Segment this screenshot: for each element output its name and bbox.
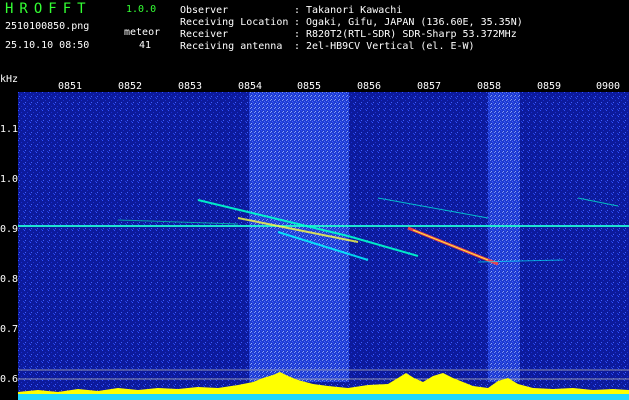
antenna-value: 2el-HB9CV Vertical (el. E-W)	[306, 41, 475, 52]
receiver-label: Receiver	[180, 29, 229, 40]
time-tick-0854: 0854	[238, 81, 263, 92]
app-title: HROFFT	[5, 1, 92, 17]
app-version: 1.0.0	[126, 4, 157, 15]
time-tick-0900: 0900	[596, 81, 621, 92]
freq-tick-1-0: 1.0	[0, 174, 19, 185]
time-tick-0851: 0851	[58, 81, 83, 92]
observer-label: Observer	[180, 5, 229, 16]
observer-value: Takanori Kawachi	[306, 5, 403, 16]
freq-tick-1-1: 1.1	[0, 124, 19, 135]
file-name: 2510100850.png	[5, 21, 90, 32]
freq-tick-0-8: 0.8	[0, 274, 19, 285]
baseline-bar	[18, 394, 629, 400]
spectrogram-panel	[18, 92, 629, 400]
spectrogram-plot	[18, 92, 629, 400]
location-colon: :	[294, 17, 301, 28]
time-tick-0855: 0855	[297, 81, 322, 92]
meteor-label: meteor	[124, 27, 161, 38]
freq-tick-0-9: 0.9	[0, 224, 19, 235]
receiver-value: R820T2(RTL-SDR) SDR-Sharp 53.372MHz	[306, 29, 517, 40]
time-tick-0857: 0857	[417, 81, 442, 92]
freq-tick-0-6: 0.6	[0, 374, 19, 385]
time-tick-0859: 0859	[537, 81, 562, 92]
freq-tick-0-7: 0.7	[0, 324, 19, 335]
time-tick-0852: 0852	[118, 81, 143, 92]
noise-band-0858	[488, 92, 520, 382]
observer-colon: :	[294, 5, 301, 16]
location-label: Receiving Location	[180, 17, 289, 28]
antenna-label: Receiving antenna	[180, 41, 283, 52]
antenna-colon: :	[294, 41, 301, 52]
receiver-colon: :	[294, 29, 301, 40]
time-tick-0858: 0858	[477, 81, 502, 92]
time-tick-0856: 0856	[357, 81, 382, 92]
timestamp: 25.10.10 08:50	[5, 40, 90, 51]
location-value: Ogaki, Gifu, JAPAN (136.60E, 35.35N)	[306, 17, 523, 28]
meteor-count: 41	[139, 40, 152, 51]
axis-unit: kHz	[0, 74, 19, 85]
time-tick-0853: 0853	[178, 81, 203, 92]
